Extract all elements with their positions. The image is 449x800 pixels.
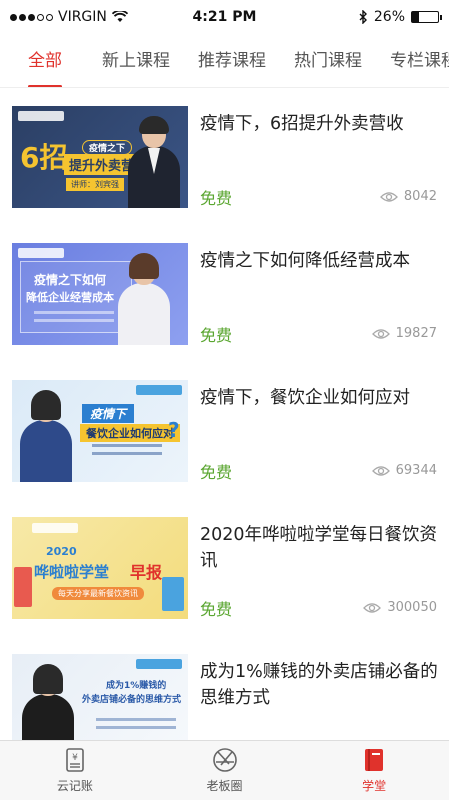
course-item[interactable]: 6招 疫情之下 提升外卖营收 讲师：刘宾强 疫情下，6招提升外卖营收 免费 80… bbox=[0, 89, 449, 226]
carrier-info: VIRGIN bbox=[10, 9, 128, 25]
carrier-name: VIRGIN bbox=[58, 9, 107, 25]
course-price: 免费 bbox=[200, 600, 233, 619]
caption-bar bbox=[96, 726, 176, 729]
thumb-line1: 成为1%赚钱的 bbox=[106, 681, 167, 691]
thumb-main-text: 哗啦啦学堂 bbox=[34, 563, 110, 581]
svg-text:¥: ¥ bbox=[72, 753, 78, 763]
caption-bar bbox=[96, 718, 176, 721]
course-thumbnail: 疫情之下如何 降低企业经营成本 bbox=[12, 243, 188, 345]
course-list: 6招 疫情之下 提升外卖营收 讲师：刘宾强 疫情下，6招提升外卖营收 免费 80… bbox=[0, 89, 449, 740]
view-count-value: 19827 bbox=[395, 326, 437, 341]
eye-icon bbox=[371, 465, 390, 476]
course-title: 2020年哗啦啦学堂每日餐饮资讯 bbox=[200, 525, 438, 571]
thumb-sub-text: 每天分享最新餐饮资讯 bbox=[52, 587, 144, 600]
battery-icon bbox=[411, 11, 442, 23]
tab-recommended-courses[interactable]: 推荐课程 bbox=[184, 34, 280, 87]
speaker-photo bbox=[18, 664, 78, 740]
status-bar: VIRGIN 4:21 PM 26% bbox=[0, 0, 449, 34]
view-count: 8042 bbox=[379, 189, 437, 204]
battery-info: 26% bbox=[359, 9, 442, 25]
eye-icon bbox=[379, 191, 398, 202]
caption-bar bbox=[92, 444, 162, 447]
view-count: 69344 bbox=[371, 463, 437, 478]
nav-label: 老板圈 bbox=[206, 779, 243, 793]
course-title: 疫情下，餐饮企业如何应对 bbox=[200, 388, 410, 408]
thumb-accent-text: 早报 bbox=[130, 563, 163, 582]
course-title: 成为1%赚钱的外卖店铺必备的思维方式 bbox=[200, 662, 438, 708]
course-thumbnail: 6招 疫情之下 提升外卖营收 讲师：刘宾强 bbox=[12, 106, 188, 208]
bottom-nav: ¥ 云记账 老板圈 学堂 bbox=[0, 740, 449, 800]
course-title: 疫情下，6招提升外卖营收 bbox=[200, 114, 404, 134]
view-count-value: 8042 bbox=[403, 189, 437, 204]
book-stack-icon bbox=[14, 567, 32, 607]
thumb-line2: 外卖店铺必备的思维方式 bbox=[82, 695, 182, 705]
brand-logo bbox=[18, 248, 64, 258]
eye-icon bbox=[371, 328, 390, 339]
view-count-value: 69344 bbox=[395, 463, 437, 478]
tab-new-courses[interactable]: 新上课程 bbox=[88, 34, 184, 87]
course-thumbnail: 疫情下 餐饮企业如何应对 ? bbox=[12, 380, 188, 482]
nav-item-ledger[interactable]: ¥ 云记账 bbox=[0, 741, 150, 800]
course-price: 免费 bbox=[200, 189, 233, 208]
view-count-value: 300050 bbox=[387, 600, 437, 615]
nav-item-boss-circle[interactable]: 老板圈 bbox=[150, 741, 300, 800]
bluetooth-icon bbox=[359, 10, 367, 24]
course-item[interactable]: 2020 哗啦啦学堂 早报 每天分享最新餐饮资讯 2020年哗啦啦学堂每日餐饮资… bbox=[0, 500, 449, 637]
course-item[interactable]: 成为1%赚钱的 外卖店铺必备的思维方式 成为1%赚钱的外卖店铺必备的思维方式 bbox=[0, 637, 449, 740]
question-mark-icon: ? bbox=[168, 418, 180, 442]
category-tabs: 全部 新上课程 推荐课程 热门课程 专栏课程 bbox=[0, 34, 449, 88]
aperture-icon bbox=[212, 748, 237, 772]
thumb-line2: 降低企业经营成本 bbox=[26, 291, 114, 304]
course-thumbnail: 2020 哗啦啦学堂 早报 每天分享最新餐饮资讯 bbox=[12, 517, 188, 619]
brand-logo bbox=[32, 523, 78, 533]
nav-label: 云记账 bbox=[56, 779, 93, 793]
course-item[interactable]: 疫情下 餐饮企业如何应对 ? 疫情下，餐饮企业如何应对 免费 69344 bbox=[0, 363, 449, 500]
speaker-photo bbox=[16, 390, 76, 482]
course-price: 免费 bbox=[200, 326, 233, 345]
speaker-photo bbox=[114, 253, 174, 345]
battery-percent: 26% bbox=[373, 9, 405, 25]
course-thumbnail: 成为1%赚钱的 外卖店铺必备的思维方式 bbox=[12, 654, 188, 740]
brand-logo bbox=[136, 385, 182, 395]
nav-label: 学堂 bbox=[362, 779, 387, 793]
caption-bar bbox=[34, 311, 114, 314]
course-price: 免费 bbox=[200, 463, 233, 482]
wifi-icon bbox=[111, 11, 128, 22]
book-icon bbox=[365, 749, 384, 771]
thumb-big-text: 6招 bbox=[20, 141, 68, 174]
course-item[interactable]: 疫情之下如何 降低企业经营成本 疫情之下如何降低经营成本 免费 19827 bbox=[0, 226, 449, 363]
eye-icon bbox=[363, 602, 382, 613]
tab-column-courses[interactable]: 专栏课程 bbox=[376, 34, 449, 87]
nav-item-academy[interactable]: 学堂 bbox=[299, 741, 449, 800]
book-stack-icon bbox=[162, 577, 184, 611]
thumb-line1: 疫情之下如何 bbox=[34, 273, 107, 287]
thumb-year: 2020 bbox=[46, 545, 77, 558]
thumb-line2: 餐饮企业如何应对 bbox=[80, 424, 180, 442]
course-title: 疫情之下如何降低经营成本 bbox=[200, 251, 410, 271]
thumb-sub-text: 讲师：刘宾强 bbox=[66, 178, 124, 191]
caption-bar bbox=[92, 452, 162, 455]
view-count: 300050 bbox=[363, 600, 437, 615]
view-count: 19827 bbox=[371, 326, 437, 341]
signal-icon bbox=[10, 13, 53, 21]
tab-popular-courses[interactable]: 热门课程 bbox=[280, 34, 376, 87]
caption-bar bbox=[34, 319, 114, 322]
thumb-line1: 疫情下 bbox=[82, 404, 135, 423]
ledger-icon: ¥ bbox=[66, 748, 84, 772]
tab-all[interactable]: 全部 bbox=[0, 34, 88, 87]
brand-logo bbox=[136, 659, 182, 669]
brand-logo bbox=[18, 111, 64, 121]
speaker-photo bbox=[124, 116, 184, 208]
